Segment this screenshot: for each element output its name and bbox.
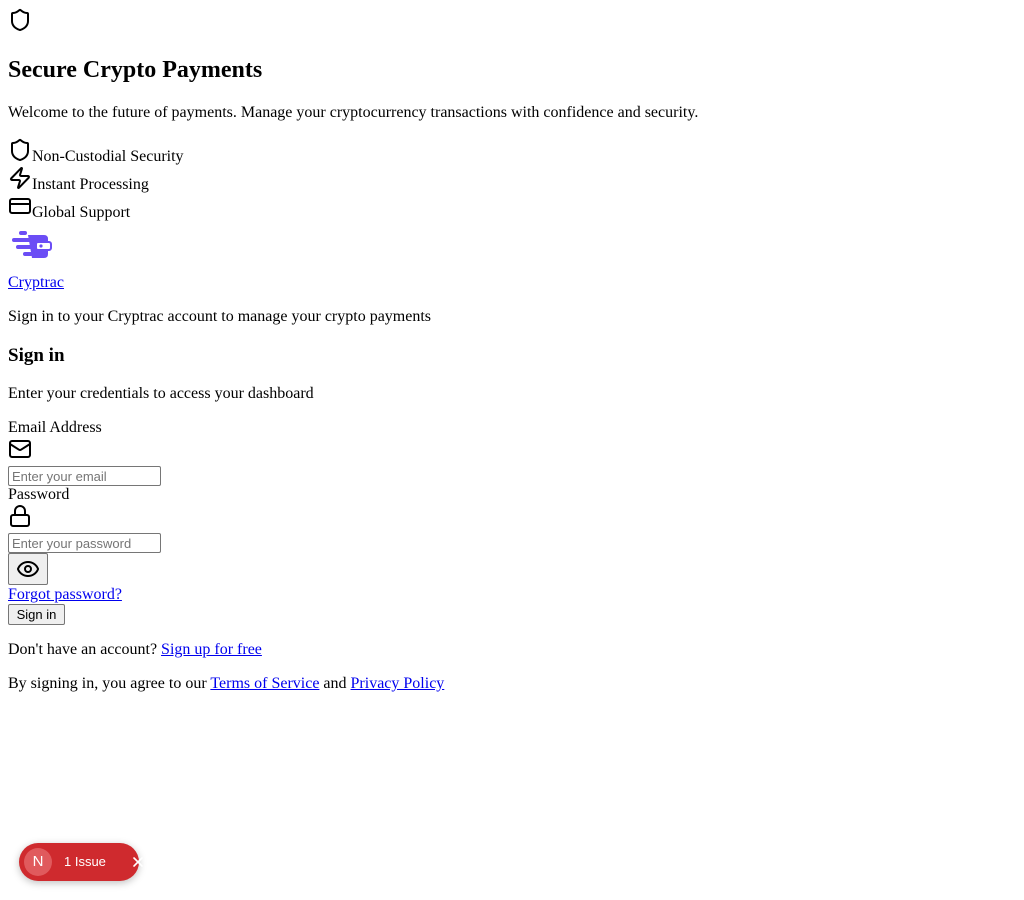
close-icon[interactable]: [132, 856, 144, 868]
email-field[interactable]: [8, 466, 161, 486]
lock-icon: [8, 504, 32, 528]
shield-icon: [8, 138, 32, 162]
password-field[interactable]: [8, 533, 161, 553]
privacy-link[interactable]: Privacy Policy: [351, 675, 445, 692]
and-text: and: [323, 675, 347, 692]
credit-card-icon: [8, 194, 32, 218]
signup-link[interactable]: Sign up for free: [161, 641, 262, 658]
cryptrac-logo-icon: [10, 228, 52, 260]
feature-label: Global Support: [32, 204, 131, 221]
signup-prompt: Don't have an account? Sign up for free: [8, 641, 262, 659]
eye-icon: [16, 557, 40, 581]
terms-link[interactable]: Terms of Service: [210, 675, 319, 692]
password-label: Password: [8, 486, 70, 503]
brand-link[interactable]: Cryptrac: [8, 274, 64, 292]
issues-count[interactable]: 1 Issue: [64, 854, 106, 870]
forgot-password-link[interactable]: Forgot password?: [8, 586, 122, 604]
lightning-icon: [8, 166, 32, 190]
email-label: Email Address: [8, 419, 102, 436]
feature-label: Instant Processing: [32, 176, 149, 193]
toggle-password-visibility-button[interactable]: [8, 553, 48, 585]
feature-label: Non-Custodial Security: [32, 148, 184, 165]
sign-in-button[interactable]: Sign in: [8, 604, 65, 625]
nextjs-badge[interactable]: N: [24, 848, 52, 876]
brand-tagline: Sign in to your Cryptrac account to mana…: [8, 308, 432, 325]
signin-subheading: Enter your credentials to access your da…: [8, 385, 314, 402]
mail-icon: [8, 437, 32, 461]
no-account-text: Don't have an account?: [8, 641, 158, 658]
hero-description: Welcome to the future of payments. Manag…: [8, 104, 699, 121]
agree-text: By signing in, you agree to our: [8, 675, 207, 692]
signin-heading: Sign in: [8, 345, 65, 366]
page-title: Secure Crypto Payments: [8, 57, 263, 83]
dev-issues-pill[interactable]: N 1 Issue: [19, 843, 143, 881]
legal-notice: By signing in, you agree to our Terms of…: [8, 675, 444, 693]
shield-icon: [8, 8, 32, 32]
